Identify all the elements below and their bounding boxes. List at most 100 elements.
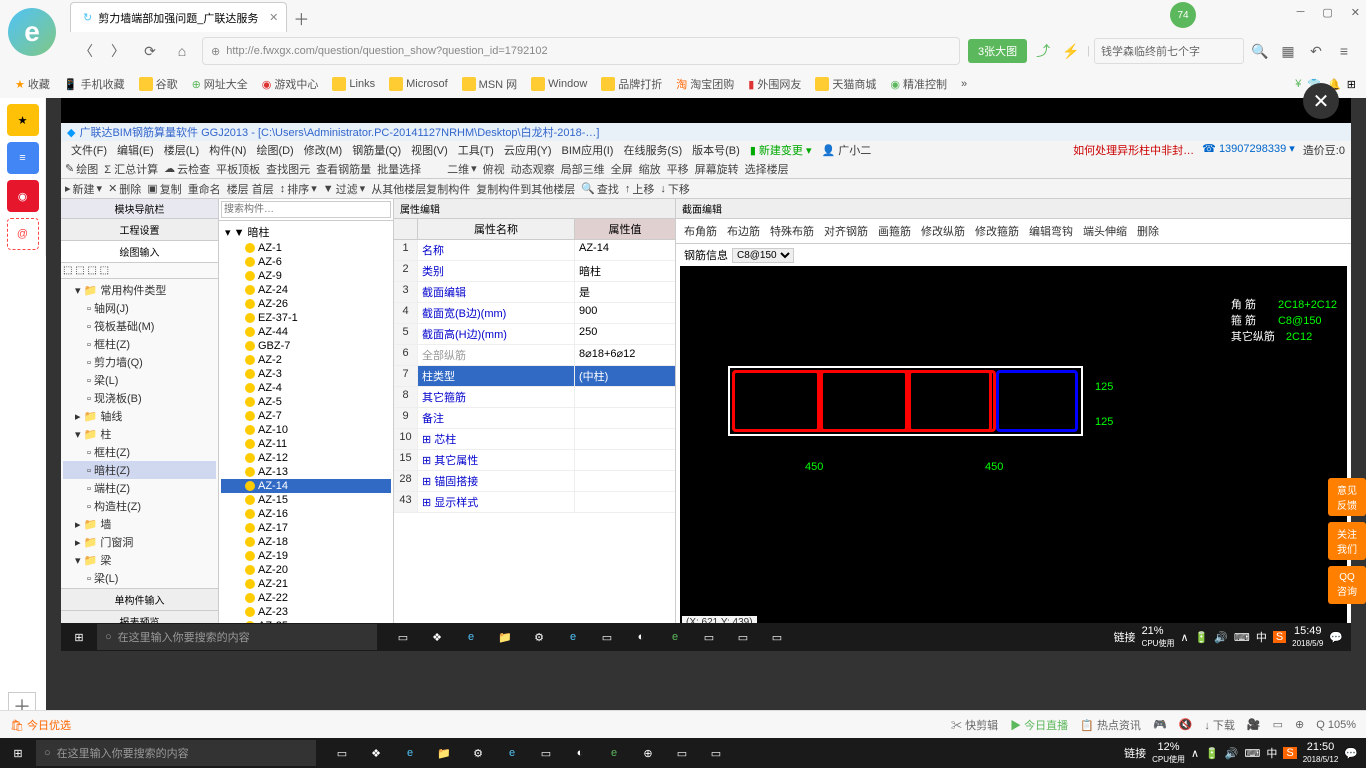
tree-item[interactable]: ▫ 剪力墙(Q) — [63, 353, 216, 371]
menu-floor[interactable]: 楼层(L) — [160, 142, 203, 158]
tree-item[interactable]: ▫ 构造柱(Z) — [63, 497, 216, 515]
list-item[interactable]: AZ-20 — [221, 563, 391, 577]
prop-row[interactable]: 4截面宽(B边)(mm)900 — [394, 303, 675, 324]
tree-item[interactable]: ▫ 梁(L) — [63, 569, 216, 587]
tray-keyboard-icon[interactable]: ⌨ — [1244, 747, 1260, 760]
prop-row[interactable]: 5截面高(H边)(mm)250 — [394, 324, 675, 345]
menu-online[interactable]: 在线服务(S) — [619, 142, 686, 158]
prop-row[interactable]: 7柱类型(中柱) — [394, 366, 675, 387]
search-input[interactable]: 钱学森临终前七个字 — [1094, 38, 1244, 64]
menu-tools[interactable]: 工具(T) — [454, 142, 498, 158]
menu-view[interactable]: 视图(V) — [407, 142, 452, 158]
prop-row[interactable]: 6全部纵筋8⌀18+6⌀12 — [394, 345, 675, 366]
section-tab[interactable]: 端头伸缩 — [1083, 223, 1127, 239]
bookmark-item[interactable]: 淘淘宝团购 — [671, 74, 739, 94]
taskbar-search[interactable]: ○ 在这里输入你要搜索的内容 — [36, 740, 316, 766]
tb-down[interactable]: ↓ 下移 — [660, 181, 690, 197]
list-item[interactable]: AZ-9 — [221, 269, 391, 283]
user-label[interactable]: 👤 广小二 — [818, 142, 876, 158]
tb-batch-select[interactable]: 批量选择 — [377, 161, 421, 177]
tray-icon[interactable]: ⌨ — [1234, 631, 1250, 644]
browser-logo[interactable]: e — [8, 8, 56, 56]
tray-sogou-icon[interactable]: S — [1283, 747, 1296, 759]
notification-icon[interactable]: 💬 — [1329, 631, 1343, 644]
tree-item[interactable]: ▫ 框柱(Z) — [63, 443, 216, 461]
taskbar-app-icon[interactable]: ▭ — [530, 739, 562, 767]
prop-row[interactable]: 9备注 — [394, 408, 675, 429]
hotnews-button[interactable]: 📋 热点资讯 — [1080, 717, 1141, 733]
tb-app-icon[interactable]: ▭ — [387, 623, 419, 651]
tb-zoom[interactable]: 缩放 — [639, 161, 661, 177]
sidebar-weibo-icon[interactable]: ◉ — [7, 180, 39, 212]
prop-row[interactable]: 3截面编辑是 — [394, 282, 675, 303]
bookmark-item[interactable]: Links — [327, 75, 380, 93]
tb-slab[interactable]: 平板顶板 — [216, 161, 260, 177]
list-item[interactable]: GBZ-7 — [221, 339, 391, 353]
home-icon[interactable]: ⌂ — [170, 39, 194, 63]
tb-sum[interactable]: Σ 汇总计算 — [104, 161, 158, 177]
start-button[interactable]: ⊞ — [0, 738, 36, 768]
list-item[interactable]: AZ-12 — [221, 451, 391, 465]
taskbar-app-icon[interactable]: ▭ — [326, 739, 358, 767]
menu-modify[interactable]: 修改(M) — [300, 142, 347, 158]
quickedit-button[interactable]: ✂ 快剪辑 — [951, 717, 998, 733]
tb-app-icon[interactable]: ▭ — [727, 623, 759, 651]
component-search-input[interactable] — [221, 201, 391, 218]
tb-filter[interactable]: ▼ 过滤 ▾ — [323, 181, 365, 197]
section-tab[interactable]: 修改箍筋 — [975, 223, 1019, 239]
list-item[interactable]: AZ-22 — [221, 591, 391, 605]
section-tab[interactable]: 布边筋 — [727, 223, 760, 239]
tray-icon[interactable]: S — [1273, 631, 1286, 643]
tb-app-icon[interactable]: e — [659, 623, 691, 651]
prop-row[interactable]: 2类别暗柱 — [394, 261, 675, 282]
tray-battery-icon[interactable]: 🔋 — [1205, 747, 1219, 760]
taskbar-app-icon[interactable]: ⚙ — [462, 739, 494, 767]
section-tab[interactable]: 对齐钢筋 — [824, 223, 868, 239]
tb-app-icon[interactable]: ⚙ — [523, 623, 555, 651]
close-icon[interactable]: ✕ — [1351, 6, 1360, 19]
tray-up-icon[interactable]: ∧ — [1191, 747, 1199, 760]
back-icon[interactable]: 〈 — [74, 39, 98, 63]
tree-item[interactable]: ▫ 端柱(Z) — [63, 479, 216, 497]
menu-cloud[interactable]: 云应用(Y) — [500, 142, 556, 158]
toolbar-icon[interactable]: ⊞ — [1347, 78, 1356, 91]
tb-app-icon[interactable]: e — [455, 623, 487, 651]
tb-view-rebar[interactable]: 查看钢筋量 — [316, 161, 371, 177]
bookmark-item[interactable]: 📱手机收藏 — [59, 74, 130, 94]
list-item[interactable]: AZ-13 — [221, 465, 391, 479]
bookmark-more[interactable]: » — [956, 76, 972, 92]
clock[interactable]: 15:492018/5/9 — [1292, 625, 1323, 649]
inner-start-icon[interactable]: ⊞ — [61, 622, 97, 652]
list-item[interactable]: AZ-4 — [221, 381, 391, 395]
tb-search[interactable]: 🔍 查找 — [581, 181, 619, 197]
tray-icon[interactable]: 🔋 — [1195, 631, 1209, 644]
tab-close-icon[interactable]: ✕ — [269, 11, 278, 24]
tb-3d[interactable]: 局部三维 — [561, 161, 605, 177]
sidebar-star-icon[interactable]: ★ — [7, 104, 39, 136]
close-overlay-button[interactable]: ✕ — [1303, 83, 1339, 119]
list-item[interactable]: AZ-2 — [221, 353, 391, 367]
tb-sort[interactable]: ↕ 排序 ▾ — [280, 181, 317, 197]
list-item[interactable]: AZ-11 — [221, 437, 391, 451]
tree-item[interactable]: ▫ 现浇板(B) — [63, 389, 216, 407]
list-item[interactable]: AZ-3 — [221, 367, 391, 381]
list-item[interactable]: AZ-23 — [221, 605, 391, 619]
bookmark-item[interactable]: ★收藏 — [10, 74, 55, 94]
tb-2d[interactable]: 二维 ▾ — [447, 161, 477, 177]
tb-floor-select[interactable]: 楼层 首层 — [227, 181, 274, 197]
bookmark-item[interactable]: ▮外围网友 — [743, 74, 806, 94]
list-item[interactable]: AZ-19 — [221, 549, 391, 563]
nav-tab-single[interactable]: 单构件输入 — [61, 589, 218, 611]
list-root[interactable]: ▾ ▼ 暗柱 — [221, 223, 391, 241]
menu-rebar[interactable]: 钢筋量(Q) — [348, 142, 405, 158]
tb-find[interactable]: 查找图元 — [266, 161, 310, 177]
tb-copy-to[interactable]: 复制构件到其他楼层 — [476, 181, 575, 197]
feedback-button[interactable]: 意见反馈 — [1328, 478, 1366, 516]
tb-cloud-check[interactable]: ☁ 云检查 — [164, 161, 210, 177]
bookmark-item[interactable]: ⊕网址大全 — [187, 74, 253, 94]
bookmark-item[interactable]: 谷歌 — [134, 74, 183, 94]
prop-row[interactable]: 8其它箍筋 — [394, 387, 675, 408]
bookmark-item[interactable]: ◉精准控制 — [885, 74, 952, 94]
taskbar-app-icon[interactable]: ◐ — [564, 739, 596, 767]
bookmark-item[interactable]: 天猫商城 — [810, 74, 881, 94]
